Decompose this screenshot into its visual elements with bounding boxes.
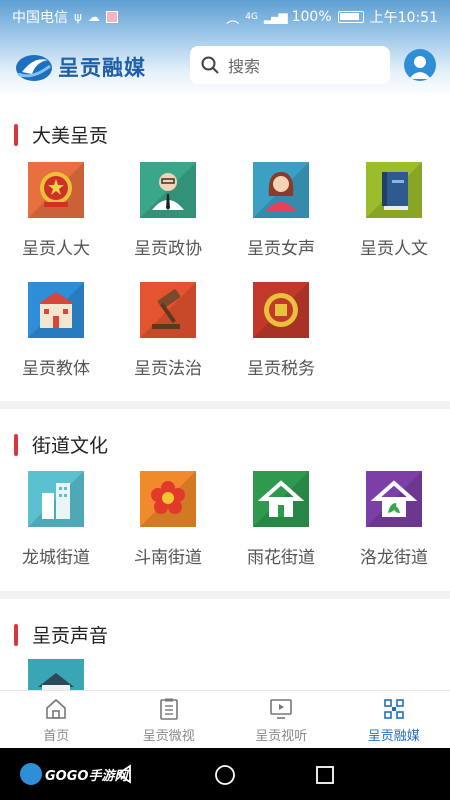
user-icon xyxy=(409,56,431,79)
grid-item-shuiwu[interactable]: 呈贡税务 xyxy=(225,282,337,379)
grid-item-dounan[interactable]: 斗南街道 xyxy=(112,471,224,568)
section-marker xyxy=(14,123,18,146)
item-label: 洛龙街道 xyxy=(360,548,428,568)
wifi-icon: ︵ xyxy=(226,11,240,27)
signal-icon: ▂▄▆ xyxy=(263,10,288,24)
item-label: 呈贡政协 xyxy=(134,239,202,259)
carrier-label: 中国电信 xyxy=(12,10,68,26)
leaf-house-icon xyxy=(366,471,422,527)
item-label: 呈贡法治 xyxy=(134,359,202,379)
watermark: GOGO手游网 xyxy=(20,763,127,785)
item-label: 呈贡人大 xyxy=(22,239,90,259)
battery-icon xyxy=(337,11,364,23)
home-icon xyxy=(46,698,67,719)
item-label: 龙城街道 xyxy=(22,548,90,568)
grid-item-zhengxie[interactable]: 呈贡政协 xyxy=(112,162,224,259)
school-building-icon xyxy=(28,282,84,338)
section-title-text: 大美呈贡 xyxy=(32,125,109,147)
recents-icon[interactable] xyxy=(315,765,335,785)
tab-weishi[interactable]: 呈贡微视 xyxy=(113,691,226,748)
book-icon xyxy=(366,162,422,218)
grid-item-fazhi[interactable]: 呈贡法治 xyxy=(112,282,224,379)
section-dameichenggong: 大美呈贡 呈贡人大 呈贡政协 呈贡女声 呈贡人文 呈贡教体 呈贡法治 呈贡税务 xyxy=(0,97,450,401)
grid-nodes-icon xyxy=(383,699,404,719)
tab-label: 呈贡视听 xyxy=(255,729,308,744)
tab-shiting[interactable]: 呈贡视听 xyxy=(225,691,338,748)
clock: 上午10:51 xyxy=(369,10,438,26)
search-icon xyxy=(201,56,219,74)
official-person-icon xyxy=(140,162,196,218)
flower-icon xyxy=(140,471,196,527)
tab-home[interactable]: 首页 xyxy=(0,691,113,748)
app-name: 呈贡融媒 xyxy=(58,56,146,80)
app-logo[interactable]: 呈贡融媒 xyxy=(14,50,146,84)
grid-item-shengyin[interactable] xyxy=(0,659,112,690)
tab-label: 呈贡微视 xyxy=(142,729,195,744)
item-label: 呈贡人文 xyxy=(360,239,428,259)
grid-item-renwen[interactable]: 呈贡人文 xyxy=(338,162,450,259)
tab-label: 呈贡融媒 xyxy=(367,729,420,744)
network-type: 4G xyxy=(245,12,258,22)
grid-item-yuhua[interactable]: 雨花街道 xyxy=(225,471,337,568)
grid-item-renda[interactable]: 呈贡人大 xyxy=(0,162,112,259)
notification-icon xyxy=(105,11,118,23)
tab-label: 首页 xyxy=(43,729,70,744)
section-title-text: 呈贡声音 xyxy=(32,625,109,647)
section-title: 大美呈贡 xyxy=(14,121,108,148)
item-label: 雨花街道 xyxy=(247,548,315,568)
watermark-logo-icon xyxy=(20,763,42,785)
search-placeholder: 搜索 xyxy=(228,57,261,76)
user-avatar[interactable] xyxy=(404,49,436,81)
battery-percent: 100% xyxy=(291,9,332,25)
item-label: 呈贡女声 xyxy=(247,239,315,259)
logo-mark-icon xyxy=(16,55,52,81)
home-circle-icon[interactable] xyxy=(214,764,236,786)
national-emblem-icon xyxy=(28,162,84,218)
item-label: 呈贡教体 xyxy=(22,359,90,379)
house-icon xyxy=(28,659,84,690)
item-label: 斗南街道 xyxy=(134,548,202,568)
section-jiedaowenhua: 街道文化 龙城街道 斗南街道 雨花街道 洛龙街道 xyxy=(0,409,450,591)
section-title: 呈贡声音 xyxy=(14,621,108,648)
bottom-nav: 首页 呈贡微视 呈贡视听 呈贡融媒 xyxy=(0,690,450,748)
gavel-icon xyxy=(140,282,196,338)
section-marker xyxy=(14,623,18,646)
item-label: 呈贡税务 xyxy=(247,359,315,379)
screen-play-icon xyxy=(270,699,293,719)
section-chenggongshengyin: 呈贡声音 xyxy=(0,599,450,690)
status-bar: 中国电信 ψ ☁ ︵ 4G ▂▄▆ 100% 上午10:51 xyxy=(0,0,450,32)
grid-item-luolong[interactable]: 洛龙街道 xyxy=(338,471,450,568)
buildings-icon xyxy=(28,471,84,527)
clipboard-icon xyxy=(159,698,178,720)
app-header: 呈贡融媒 搜索 xyxy=(0,38,450,96)
cloud-icon: ☁ xyxy=(87,10,100,24)
search-input[interactable]: 搜索 xyxy=(190,46,390,84)
house-icon xyxy=(253,471,309,527)
grid-item-longcheng[interactable]: 龙城街道 xyxy=(0,471,112,568)
system-nav-bar: GOGO手游网 xyxy=(0,748,450,800)
section-title-text: 街道文化 xyxy=(32,435,109,457)
section-marker xyxy=(14,433,18,456)
section-title: 街道文化 xyxy=(14,431,108,458)
grid-item-nvsheng[interactable]: 呈贡女声 xyxy=(225,162,337,259)
woman-icon xyxy=(253,162,309,218)
back-icon[interactable] xyxy=(114,764,134,784)
tax-emblem-icon xyxy=(253,282,309,338)
usb-icon: ψ xyxy=(74,10,82,24)
grid-item-jiaoti[interactable]: 呈贡教体 xyxy=(0,282,112,379)
tab-rongmei[interactable]: 呈贡融媒 xyxy=(338,691,450,748)
